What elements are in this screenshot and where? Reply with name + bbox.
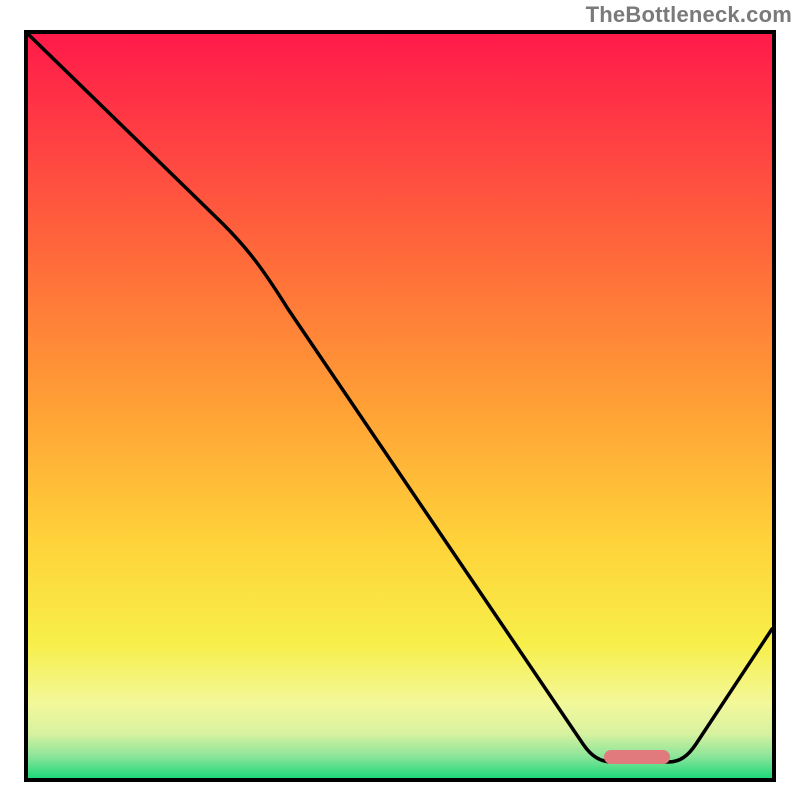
watermark-text: TheBottleneck.com: [586, 2, 792, 28]
chart-container: TheBottleneck.com: [0, 0, 800, 800]
optimal-range-marker: [604, 750, 670, 764]
chart-frame: [24, 30, 776, 782]
background-gradient: [28, 34, 772, 778]
